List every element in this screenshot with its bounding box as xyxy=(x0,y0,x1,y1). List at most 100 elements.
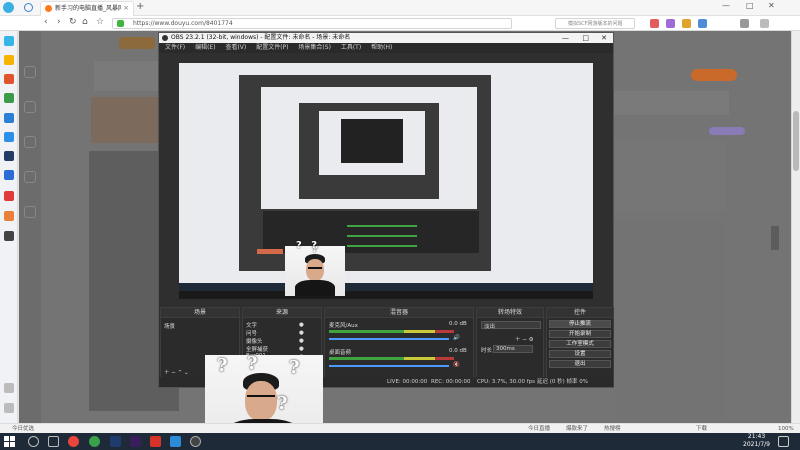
sidebar-app-icon-4[interactable] xyxy=(4,93,14,103)
sidebar-app-icon-10[interactable] xyxy=(4,211,14,221)
obs-menu-scene-collection[interactable]: 场景集合(S) xyxy=(298,44,331,51)
bookmark-star-button[interactable]: ☆ xyxy=(96,17,104,27)
mixer-track-2-meter xyxy=(329,357,454,360)
sidebar-app-icon-5[interactable] xyxy=(4,113,14,123)
transition-type-select[interactable]: 淡出 xyxy=(481,321,541,330)
sidebar-app-icon-6[interactable] xyxy=(4,132,14,142)
window-maximize-button[interactable]: □ xyxy=(746,1,754,10)
taskbar-notification-icon[interactable] xyxy=(778,436,789,447)
taskbar-premiere-icon[interactable] xyxy=(130,436,141,447)
mixer-track-2-name: 桌面音频 xyxy=(329,350,352,356)
sidebar-app-icon-11[interactable] xyxy=(4,231,14,241)
question-mark-large-3: ? xyxy=(289,357,300,378)
sidebar-star-icon[interactable] xyxy=(4,55,14,65)
nav-item-icon-4[interactable] xyxy=(24,171,36,183)
captured-orange-label xyxy=(257,249,283,254)
forward-button[interactable]: › xyxy=(57,17,61,27)
obs-maximize-button[interactable]: □ xyxy=(582,33,589,43)
obs-logo-icon xyxy=(162,35,168,41)
url-input[interactable]: https://www.douyu.com/8401774 xyxy=(112,18,512,29)
taskbar-tray-icons[interactable] xyxy=(640,436,700,447)
scroll-right-arrow[interactable] xyxy=(771,226,779,250)
source-item-camera[interactable]: 摄像头 xyxy=(246,337,263,345)
extension-icon-4[interactable] xyxy=(698,19,707,28)
scrollbar-thumb[interactable] xyxy=(793,111,799,171)
captured-meter-2 xyxy=(347,235,417,237)
status-rec: REC: 00:00:00 xyxy=(431,379,471,385)
transition-duration-input[interactable]: 300ms xyxy=(493,345,533,353)
mixer-track-2-mute-icon[interactable]: 🔇 xyxy=(453,362,460,368)
question-mark-row-1: ? xyxy=(296,240,305,251)
mixer-track-2-slider[interactable] xyxy=(329,365,449,367)
start-recording-button[interactable]: 开始录制 xyxy=(549,330,611,338)
taskbar-search-icon[interactable] xyxy=(28,436,39,447)
mixer-track-1-mute-icon[interactable]: 🔊 xyxy=(453,335,460,341)
nav-item-icon-1[interactable] xyxy=(24,66,36,78)
obs-close-button[interactable]: ✕ xyxy=(601,33,607,43)
url-text: https://www.douyu.com/8401774 xyxy=(133,20,233,27)
settings-button[interactable]: 设置 xyxy=(549,350,611,358)
browser-tab[interactable]: 新手习的电脑直播_风暴网络技巧_ × xyxy=(40,1,134,16)
sidebar-settings-icon[interactable] xyxy=(4,403,14,413)
captured-meter-3 xyxy=(347,245,417,247)
extension-icon-1[interactable] xyxy=(650,19,659,28)
scene-item[interactable]: 场景 xyxy=(164,322,175,330)
tab-close-icon[interactable]: × xyxy=(123,2,129,15)
webcam-large-face xyxy=(245,381,277,421)
nav-item-icon-3[interactable] xyxy=(24,136,36,148)
source-item-screen[interactable]: 全屏捕获 xyxy=(246,345,268,353)
stop-streaming-button[interactable]: 停止推流 xyxy=(549,320,611,328)
obs-menu-profile[interactable]: 配置文件(P) xyxy=(256,44,288,51)
transition-add-remove[interactable]: ＋ − ⚙ xyxy=(515,335,534,343)
obs-menu-tools[interactable]: 工具(T) xyxy=(341,44,361,51)
browser-address-bar: ‹ › ↻ ⌂ ☆ https://www.douyu.com/8401774 … xyxy=(0,16,800,31)
nav-item-icon-2[interactable] xyxy=(24,101,36,113)
obs-menu-edit[interactable]: 编辑(E) xyxy=(195,44,215,51)
douyu-follow-button[interactable] xyxy=(709,127,745,135)
transitions-dock-title: 转场特效 xyxy=(477,308,543,318)
new-tab-button[interactable]: + xyxy=(136,1,144,12)
taskbar-360-browser-icon[interactable] xyxy=(89,436,100,447)
obs-menu-file[interactable]: 文件(F) xyxy=(165,44,185,51)
browser-menu-icon[interactable] xyxy=(24,3,33,12)
obs-menu-view[interactable]: 查看(V) xyxy=(225,44,246,51)
taskbar-photoshop-icon[interactable] xyxy=(110,436,121,447)
source-item-text[interactable]: 文字 xyxy=(246,321,257,329)
sidebar-app-icon-9[interactable] xyxy=(4,191,14,201)
extension-icon-3[interactable] xyxy=(682,19,691,28)
obs-minimize-button[interactable]: — xyxy=(562,33,569,43)
taskbar-clock[interactable]: 21:43 2021/7/9 xyxy=(743,433,770,449)
sidebar-app-icon-7[interactable] xyxy=(4,151,14,161)
taskbar-app-icon-blue[interactable] xyxy=(170,436,181,447)
sidebar-app-icon-1[interactable] xyxy=(4,36,14,46)
window-minimize-button[interactable]: — xyxy=(722,1,730,10)
source-item-questionmark[interactable]: 问号 xyxy=(246,329,257,337)
studio-mode-button[interactable]: 工作室模式 xyxy=(549,340,611,348)
sidebar-app-icon-8[interactable] xyxy=(4,170,14,180)
douyu-promo-badge[interactable] xyxy=(691,69,737,81)
mixer-track-1-slider[interactable] xyxy=(329,338,449,340)
taskbar-taskview-icon[interactable] xyxy=(48,436,59,447)
sidebar-add-icon[interactable] xyxy=(4,383,14,393)
home-button[interactable]: ⌂ xyxy=(82,17,88,27)
undo-icon[interactable] xyxy=(760,19,769,28)
transition-duration-label: 时长 xyxy=(481,348,493,354)
obs-menu-help[interactable]: 帮助(H) xyxy=(371,44,392,51)
menu-icon[interactable] xyxy=(740,19,749,28)
taskbar-obs-icon[interactable] xyxy=(190,436,201,447)
extension-icon-2[interactable] xyxy=(666,19,675,28)
sidebar-app-icon-3[interactable] xyxy=(4,74,14,84)
windows-start-icon[interactable] xyxy=(4,436,15,447)
taskbar-wps-icon[interactable] xyxy=(150,436,161,447)
refresh-button[interactable]: ↻ xyxy=(69,17,77,27)
exit-button[interactable]: 退出 xyxy=(549,360,611,368)
search-input[interactable]: 模拟SCF网游版本的问题 xyxy=(555,18,635,29)
page-scrollbar[interactable] xyxy=(791,31,800,433)
taskbar-chrome-icon[interactable] xyxy=(68,436,79,447)
back-button[interactable]: ‹ xyxy=(44,17,48,27)
obs-preview-canvas[interactable] xyxy=(179,63,593,299)
taskbar-date: 2021/7/9 xyxy=(743,441,770,448)
scene-add-remove-controls[interactable]: ＋ − ⌃ ⌄ xyxy=(164,368,189,376)
window-close-button[interactable]: ✕ xyxy=(768,1,775,10)
nav-item-icon-5[interactable] xyxy=(24,206,36,218)
